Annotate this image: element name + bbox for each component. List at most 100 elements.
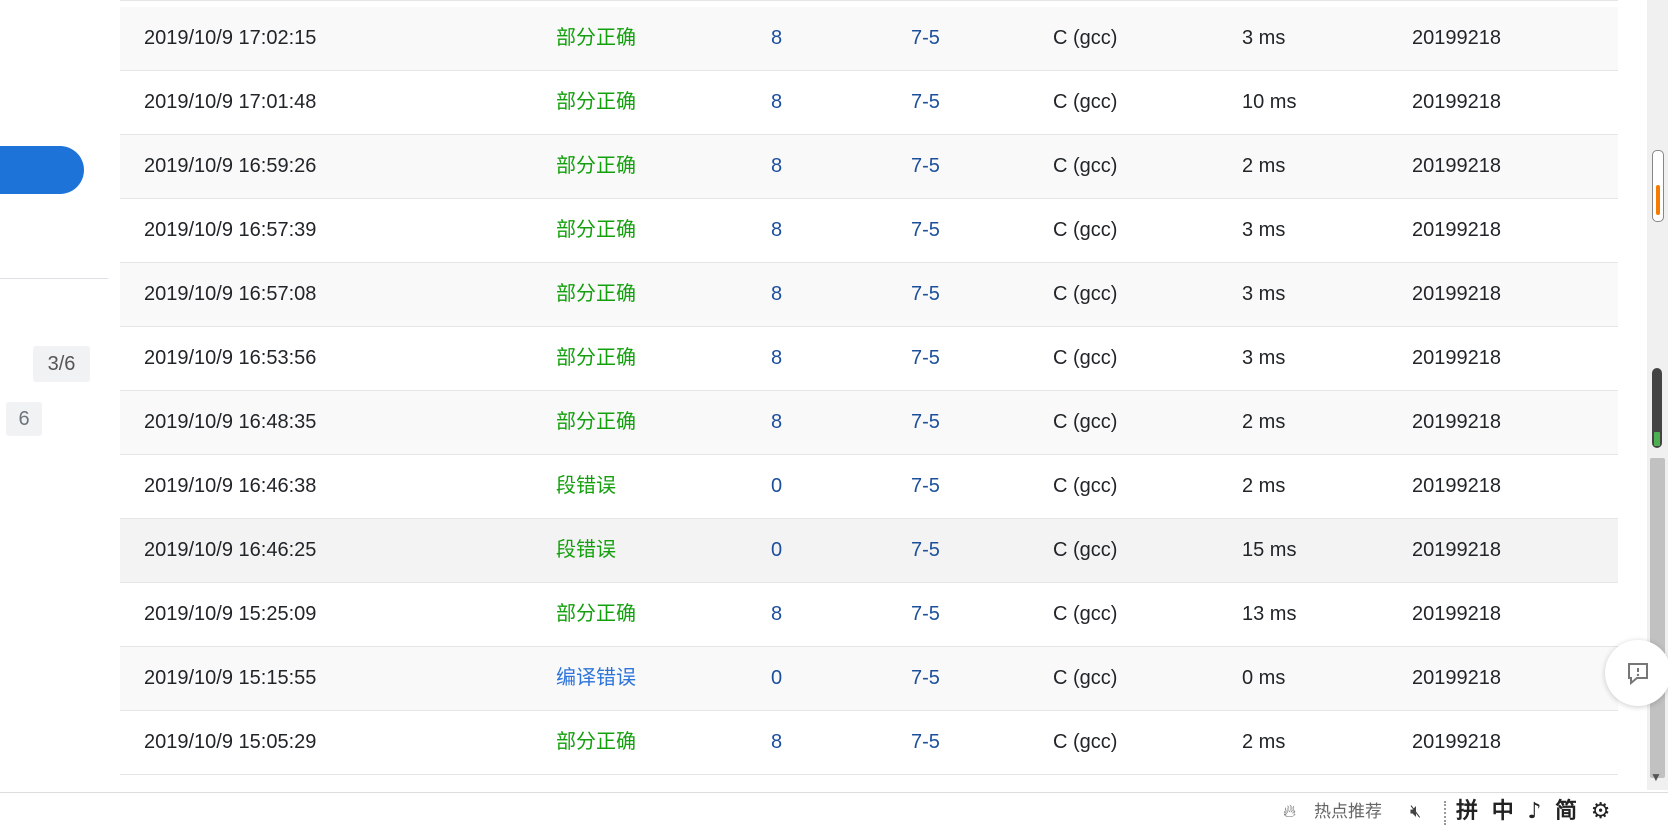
feedback-button[interactable] bbox=[1605, 640, 1668, 706]
status-link[interactable]: 部分正确 bbox=[556, 263, 636, 326]
score-link[interactable]: 8 bbox=[771, 327, 782, 390]
hot-recommend-link[interactable]: 热点推荐 bbox=[1314, 793, 1382, 830]
submit-time-cell: 2019/10/9 15:15:55 bbox=[144, 667, 317, 689]
problem-link[interactable]: 7-5 bbox=[911, 263, 940, 326]
compiler-cell: C (gcc) bbox=[1053, 731, 1118, 753]
problem-link[interactable]: 7-5 bbox=[911, 327, 940, 390]
compiler-cell: C (gcc) bbox=[1053, 283, 1118, 305]
score-link[interactable]: 8 bbox=[771, 199, 782, 262]
score-link[interactable]: 8 bbox=[771, 711, 782, 774]
submit-time-cell: 2019/10/9 15:25:09 bbox=[144, 603, 317, 625]
status-link[interactable]: 部分正确 bbox=[556, 71, 636, 134]
status-link[interactable]: 部分正确 bbox=[556, 583, 636, 646]
duration-cell: 3 ms bbox=[1242, 283, 1286, 305]
score-link[interactable]: 8 bbox=[771, 7, 782, 70]
score-link[interactable]: 0 bbox=[771, 519, 782, 582]
fire-icon[interactable]: 🔥︎ bbox=[1283, 793, 1296, 830]
duration-cell: 3 ms bbox=[1242, 27, 1286, 49]
compiler-cell: C (gcc) bbox=[1053, 27, 1118, 49]
submit-time-cell: 2019/10/9 16:46:38 bbox=[144, 475, 317, 497]
user-cell: 20199218 bbox=[1412, 667, 1501, 689]
table-row: 2019/10/9 16:46:25 段错误 0 7-5 C (gcc) 15 ms 201… bbox=[120, 519, 1618, 583]
table-row: 2019/10/9 17:01:48 部分正确 8 7-5 C (gcc) 10 ms 20… bbox=[120, 71, 1618, 135]
ime-pinyin-icon[interactable]: 拼 bbox=[1456, 799, 1478, 824]
score-link[interactable]: 0 bbox=[771, 647, 782, 710]
status-link[interactable]: 部分正确 bbox=[556, 711, 636, 774]
score-link[interactable]: 8 bbox=[771, 135, 782, 198]
count-badge: 6 bbox=[6, 402, 42, 436]
ime-toolbar[interactable]: 拼 中 ♪ 简 ⚙ bbox=[1456, 793, 1617, 830]
submit-time-cell: 2019/10/9 16:53:56 bbox=[144, 347, 317, 369]
user-cell: 20199218 bbox=[1412, 539, 1501, 561]
duration-cell: 13 ms bbox=[1242, 603, 1297, 625]
table-row: 2019/10/9 16:59:26 部分正确 8 7-5 C (gcc) 2 ms 201… bbox=[120, 135, 1618, 199]
submit-time-cell: 2019/10/9 16:57:08 bbox=[144, 283, 317, 305]
problem-link[interactable]: 7-5 bbox=[911, 199, 940, 262]
duration-cell: 2 ms bbox=[1242, 155, 1286, 177]
table-row: 2019/10/9 15:15:55 编译错误 0 7-5 C (gcc) 0 ms 201… bbox=[120, 647, 1618, 711]
user-cell: 20199218 bbox=[1412, 219, 1501, 241]
speaker-muted-icon[interactable]: 🔇︎ bbox=[1410, 793, 1421, 830]
problem-link[interactable]: 7-5 bbox=[911, 391, 940, 454]
compiler-cell: C (gcc) bbox=[1053, 155, 1118, 177]
problem-link[interactable]: 7-5 bbox=[911, 647, 940, 710]
score-link[interactable]: 8 bbox=[771, 71, 782, 134]
status-link[interactable]: 部分正确 bbox=[556, 135, 636, 198]
ime-punctuation-icon[interactable]: ♪ bbox=[1527, 799, 1541, 824]
score-link[interactable]: 8 bbox=[771, 391, 782, 454]
score-link[interactable]: 8 bbox=[771, 263, 782, 326]
user-cell: 20199218 bbox=[1412, 155, 1501, 177]
problem-link[interactable]: 7-5 bbox=[911, 71, 940, 134]
status-link[interactable]: 部分正确 bbox=[556, 7, 636, 70]
taskbar: 🔥︎ 热点推荐 🔇︎ 拼 中 ♪ 简 ⚙ bbox=[0, 792, 1668, 830]
ime-simplified-mode[interactable]: 简 bbox=[1555, 799, 1577, 824]
table-row: 2019/10/9 16:57:08 部分正确 8 7-5 C (gcc) 3 ms 201… bbox=[120, 263, 1618, 327]
submit-time-cell: 2019/10/9 17:01:48 bbox=[144, 91, 317, 113]
user-cell: 20199218 bbox=[1412, 283, 1501, 305]
problem-link[interactable]: 7-5 bbox=[911, 519, 940, 582]
duration-cell: 2 ms bbox=[1242, 731, 1286, 753]
problem-link[interactable]: 7-5 bbox=[911, 7, 940, 70]
user-cell: 20199218 bbox=[1412, 475, 1501, 497]
minimap-indicator-top-fill bbox=[1656, 185, 1660, 215]
ime-chinese-mode[interactable]: 中 bbox=[1492, 799, 1514, 824]
submit-time-cell: 2019/10/9 16:48:35 bbox=[144, 411, 317, 433]
ime-settings-icon[interactable]: ⚙ bbox=[1591, 799, 1611, 824]
submit-time-cell: 2019/10/9 16:46:25 bbox=[144, 539, 317, 561]
status-link[interactable]: 段错误 bbox=[556, 455, 616, 518]
table-row: 2019/10/9 16:57:39 部分正确 8 7-5 C (gcc) 3 ms 201… bbox=[120, 199, 1618, 263]
problem-link[interactable]: 7-5 bbox=[911, 135, 940, 198]
problem-link[interactable]: 7-5 bbox=[911, 455, 940, 518]
sidebar-active-button[interactable] bbox=[0, 146, 84, 194]
problem-link[interactable]: 7-5 bbox=[911, 583, 940, 646]
status-link[interactable]: 部分正确 bbox=[556, 199, 636, 262]
score-link[interactable]: 0 bbox=[771, 455, 782, 518]
scroll-down-arrow-icon[interactable]: ▼ bbox=[1650, 770, 1662, 784]
duration-cell: 2 ms bbox=[1242, 411, 1286, 433]
compiler-cell: C (gcc) bbox=[1053, 667, 1118, 689]
duration-cell: 3 ms bbox=[1242, 347, 1286, 369]
status-link[interactable]: 部分正确 bbox=[556, 391, 636, 454]
compiler-cell: C (gcc) bbox=[1053, 539, 1118, 561]
table-row: 2019/10/9 17:02:15 部分正确 8 7-5 C (gcc) 3 ms 201… bbox=[120, 7, 1618, 71]
feedback-icon bbox=[1628, 663, 1648, 686]
submit-time-cell: 2019/10/9 17:02:15 bbox=[144, 27, 317, 49]
user-cell: 20199218 bbox=[1412, 411, 1501, 433]
user-cell: 20199218 bbox=[1412, 347, 1501, 369]
scrollbar-thumb[interactable] bbox=[1650, 458, 1665, 778]
taskbar-separator bbox=[1444, 801, 1447, 825]
status-link[interactable]: 编译错误 bbox=[556, 647, 636, 710]
user-cell: 20199218 bbox=[1412, 731, 1501, 753]
status-link[interactable]: 段错误 bbox=[556, 519, 616, 582]
table-row: 2019/10/9 16:46:38 段错误 0 7-5 C (gcc) 2 ms 2019… bbox=[120, 455, 1618, 519]
problem-link[interactable]: 7-5 bbox=[911, 711, 940, 774]
table-row: 2019/10/9 16:53:56 部分正确 8 7-5 C (gcc) 3 ms 201… bbox=[120, 327, 1618, 391]
submit-time-cell: 2019/10/9 15:05:29 bbox=[144, 731, 317, 753]
submit-time-cell: 2019/10/9 16:57:39 bbox=[144, 219, 317, 241]
duration-cell: 2 ms bbox=[1242, 475, 1286, 497]
compiler-cell: C (gcc) bbox=[1053, 91, 1118, 113]
status-link[interactable]: 部分正确 bbox=[556, 327, 636, 390]
score-link[interactable]: 8 bbox=[771, 583, 782, 646]
sidebar-divider bbox=[0, 278, 108, 279]
table-row: 2019/10/9 15:05:29 部分正确 8 7-5 C (gcc) 2 ms 201… bbox=[120, 711, 1618, 775]
